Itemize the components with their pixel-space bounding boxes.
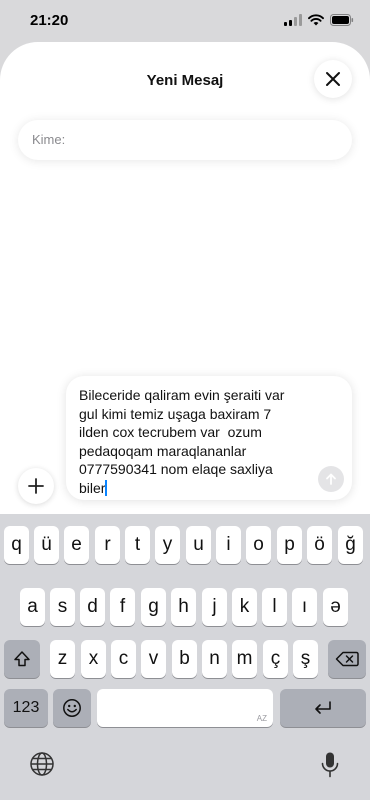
close-icon (326, 72, 340, 86)
recipient-field[interactable]: Kime: (18, 120, 352, 160)
status-icons (284, 14, 354, 26)
key-o-umlaut[interactable]: ö (307, 526, 332, 564)
message-input[interactable]: Bileceride qaliram evin şeraiti var gul … (66, 376, 352, 500)
dictation-button[interactable] (316, 750, 344, 780)
key-q[interactable]: q (4, 526, 29, 564)
key-k[interactable]: k (232, 588, 257, 626)
add-attachment-button[interactable] (18, 468, 54, 504)
key-u[interactable]: u (186, 526, 211, 564)
key-h[interactable]: h (171, 588, 196, 626)
key-u-umlaut[interactable]: ü (34, 526, 59, 564)
key-g[interactable]: g (141, 588, 166, 626)
key-f[interactable]: f (110, 588, 135, 626)
key-n[interactable]: n (202, 640, 227, 678)
signal-icon (284, 14, 302, 26)
return-icon (315, 701, 331, 714)
key-schwa[interactable]: ə (323, 588, 348, 626)
key-y[interactable]: y (155, 526, 180, 564)
shift-icon (14, 651, 30, 667)
key-x[interactable]: x (81, 640, 106, 678)
wifi-icon (308, 14, 324, 26)
key-s-cedilla[interactable]: ş (293, 640, 318, 678)
status-time: 21:20 (30, 12, 69, 29)
emoji-icon (63, 699, 81, 717)
key-c-cedilla[interactable]: ç (263, 640, 288, 678)
key-b[interactable]: b (172, 640, 197, 678)
key-o[interactable]: o (246, 526, 271, 564)
key-g-breve[interactable]: ğ (338, 526, 363, 564)
shift-key[interactable] (4, 640, 40, 678)
key-d[interactable]: d (80, 588, 105, 626)
status-bar: 21:20 (0, 0, 370, 44)
text-cursor (105, 479, 108, 496)
key-dotless-i[interactable]: ı (292, 588, 317, 626)
backspace-icon (335, 651, 359, 667)
new-message-sheet: Yeni Mesaj Kime: Bileceride qaliram evin… (0, 42, 370, 514)
key-i[interactable]: i (216, 526, 241, 564)
backspace-key[interactable] (328, 640, 366, 678)
plus-icon (28, 478, 44, 494)
emoji-key[interactable] (53, 689, 91, 727)
battery-icon (330, 14, 354, 26)
globe-button[interactable] (28, 750, 56, 778)
message-text: Bileceride qaliram evin şeraiti var gul … (79, 387, 285, 496)
key-a[interactable]: a (20, 588, 45, 626)
key-e[interactable]: e (64, 526, 89, 564)
key-j[interactable]: j (202, 588, 227, 626)
key-l[interactable]: l (262, 588, 287, 626)
key-c[interactable]: c (111, 640, 136, 678)
key-m[interactable]: m (232, 640, 257, 678)
close-button[interactable] (314, 60, 352, 98)
key-p[interactable]: p (277, 526, 302, 564)
keyboard: q ü e r t y u i o p ö ğ a s d f g h j k … (0, 514, 370, 800)
space-key[interactable]: AZ (97, 689, 273, 727)
key-r[interactable]: r (95, 526, 120, 564)
recipient-label: Kime: (32, 132, 66, 147)
return-key[interactable] (280, 689, 366, 727)
microphone-icon (321, 752, 339, 778)
key-t[interactable]: t (125, 526, 150, 564)
key-v[interactable]: v (141, 640, 166, 678)
send-arrow-icon (326, 473, 336, 485)
key-s[interactable]: s (50, 588, 75, 626)
key-z[interactable]: z (50, 640, 75, 678)
globe-icon (30, 752, 54, 776)
space-language-label: AZ (256, 714, 267, 723)
numbers-key[interactable]: 123 (4, 689, 48, 727)
send-button[interactable] (318, 466, 344, 492)
